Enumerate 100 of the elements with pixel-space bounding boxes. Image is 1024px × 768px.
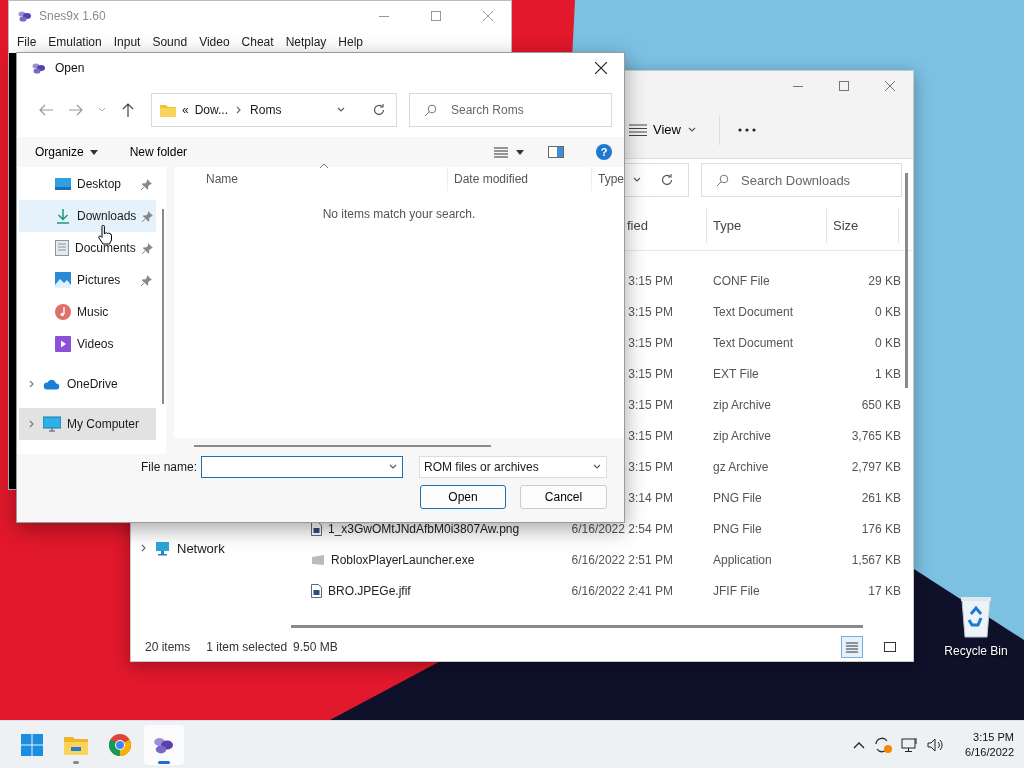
overflow-chevron[interactable]: « bbox=[182, 103, 189, 117]
search-field[interactable]: Search Roms bbox=[409, 93, 612, 127]
nav-item[interactable]: My Computer bbox=[19, 408, 156, 440]
nav-item[interactable]: Downloads bbox=[19, 200, 156, 232]
search-icon bbox=[424, 103, 437, 117]
type-cell-text: zip Archive bbox=[713, 428, 773, 443]
size-cell-text: 176 KB bbox=[860, 521, 901, 536]
browser-icon bbox=[109, 733, 131, 756]
breadcrumb[interactable]: Dow... bbox=[194, 103, 229, 117]
menu-item[interactable]: Video bbox=[193, 35, 236, 49]
type-cell-text: zip Archive bbox=[713, 397, 773, 412]
view-options-button[interactable] bbox=[492, 144, 526, 160]
close-icon bbox=[483, 11, 493, 21]
status-text: 9.50 MB bbox=[293, 640, 338, 654]
cancel-button[interactable]: Cancel bbox=[520, 485, 607, 509]
application-icon bbox=[311, 553, 325, 566]
chevron-up-icon[interactable] bbox=[853, 740, 866, 749]
nav-item[interactable]: Desktop bbox=[19, 168, 156, 200]
column-header[interactable]: Type bbox=[707, 208, 827, 243]
menu-item[interactable]: Netplay bbox=[279, 35, 333, 49]
size-cell-text: 2,797 KB bbox=[850, 459, 901, 474]
date-cell: 6/16/2022 2:54 PM bbox=[571, 521, 673, 536]
sync-icon[interactable] bbox=[873, 735, 894, 754]
sort-icon bbox=[319, 163, 329, 169]
document-icon bbox=[55, 240, 69, 256]
file-name: RobloxPlayerLauncher.exe bbox=[331, 552, 475, 567]
music-icon bbox=[55, 304, 71, 320]
up-arrow-icon bbox=[122, 103, 134, 117]
download-icon bbox=[55, 208, 71, 224]
scrollbar[interactable] bbox=[905, 173, 908, 388]
desktop-icon-label[interactable]: Recycle Bin bbox=[944, 644, 1008, 658]
column-header[interactable]: Name bbox=[174, 167, 448, 191]
list-icon bbox=[629, 123, 647, 136]
new-folder-button[interactable]: New folder bbox=[123, 141, 194, 163]
refresh-icon[interactable] bbox=[660, 173, 674, 187]
folder-icon bbox=[64, 734, 88, 755]
address-bar[interactable]: « Dow... Roms bbox=[151, 93, 397, 127]
date-cell: 3:15 PM bbox=[628, 366, 673, 381]
menu-item[interactable]: Emulation bbox=[42, 35, 108, 49]
desktop-icon bbox=[55, 177, 71, 191]
dialog-title: Open bbox=[55, 61, 85, 75]
date-cell: 6/16/2022 2:41 PM bbox=[571, 583, 673, 598]
preview-pane-button[interactable] bbox=[546, 144, 566, 160]
date-cell: 3:15 PM bbox=[628, 304, 673, 319]
size-cell-text: 3,765 KB bbox=[850, 428, 901, 443]
caret-icon bbox=[516, 149, 524, 155]
picture-icon bbox=[55, 272, 71, 288]
menu-item[interactable]: Help bbox=[332, 35, 369, 49]
window-title: Snes9x 1.60 bbox=[39, 9, 106, 23]
type-cell-text: PNG File bbox=[713, 521, 763, 536]
image-file-icon bbox=[311, 583, 322, 598]
folder-icon bbox=[160, 103, 176, 117]
close-icon bbox=[595, 62, 607, 74]
cloud-icon bbox=[43, 378, 61, 390]
size-cell-text: 29 KB bbox=[867, 273, 901, 288]
more-icon[interactable] bbox=[737, 127, 756, 132]
scrollbar[interactable] bbox=[291, 624, 863, 628]
start-icon bbox=[21, 733, 43, 756]
taskbar-button[interactable] bbox=[144, 724, 184, 765]
open-button[interactable]: Open bbox=[420, 485, 506, 509]
network-icon[interactable] bbox=[901, 736, 920, 753]
nav-item[interactable]: Pictures bbox=[19, 264, 156, 296]
breadcrumb[interactable]: Roms bbox=[250, 103, 282, 117]
type-cell-text: gz Archive bbox=[713, 459, 770, 474]
menu-item[interactable]: Input bbox=[107, 35, 147, 49]
date-cell: 3:15 PM bbox=[628, 397, 673, 412]
scrollbar[interactable] bbox=[194, 445, 491, 447]
recycle-bin-icon[interactable] bbox=[959, 594, 993, 638]
nav-item[interactable]: Music bbox=[19, 296, 156, 328]
empty-message: No items match your search. bbox=[321, 206, 477, 221]
status-text: 1 item selected bbox=[206, 640, 288, 654]
refresh-icon[interactable] bbox=[372, 103, 386, 117]
file-name-field[interactable] bbox=[201, 456, 403, 478]
video-icon bbox=[55, 336, 71, 352]
clock-time[interactable]: 3:15 PM bbox=[973, 731, 1014, 743]
clock-date[interactable]: 6/16/2022 bbox=[965, 746, 1014, 758]
maximize-icon bbox=[839, 81, 849, 91]
menu-item[interactable]: Sound bbox=[146, 35, 194, 49]
nav-item[interactable]: Videos bbox=[19, 328, 156, 360]
menu-item[interactable]: Cheat bbox=[235, 35, 280, 49]
volume-icon[interactable] bbox=[927, 737, 946, 752]
nav-item[interactable]: OneDrive bbox=[19, 368, 156, 400]
help-button[interactable]: ? bbox=[596, 144, 612, 160]
size-cell-text: 0 KB bbox=[874, 335, 901, 350]
column-header[interactable]: Size bbox=[827, 208, 899, 243]
organize-button[interactable]: Organize bbox=[29, 141, 104, 163]
menu-item[interactable]: File bbox=[11, 35, 43, 49]
scrollbar[interactable] bbox=[162, 209, 164, 404]
nav-item[interactable]: Network bbox=[131, 533, 291, 563]
app-logo-icon bbox=[31, 60, 47, 76]
column-header[interactable]: Type bbox=[592, 167, 624, 191]
date-cell: 3:15 PM bbox=[628, 335, 673, 350]
file-type-dropdown[interactable]: ROM files or archives bbox=[419, 456, 607, 478]
search-field[interactable]: Search Downloads bbox=[701, 163, 902, 197]
date-cell: 3:15 PM bbox=[628, 459, 673, 474]
back-arrow-icon bbox=[39, 104, 53, 116]
file-name: BRO.JPEGe.jfif bbox=[328, 583, 411, 598]
view-button[interactable]: View bbox=[625, 118, 701, 141]
column-header[interactable]: Date modified bbox=[448, 167, 592, 191]
app-logo-icon bbox=[17, 8, 33, 24]
